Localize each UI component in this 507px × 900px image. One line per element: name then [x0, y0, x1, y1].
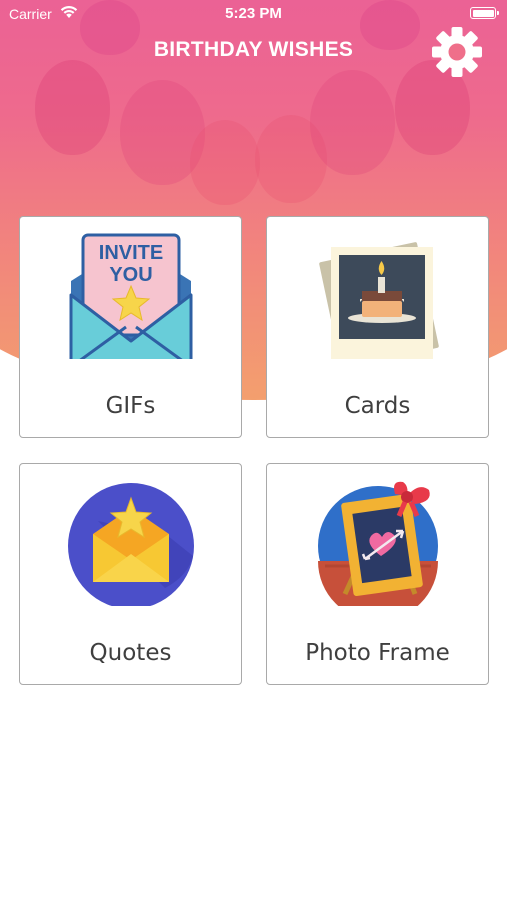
svg-text:INVITE: INVITE [99, 242, 163, 264]
birthday-cake-photo-icon [319, 242, 439, 359]
svg-text:YOU: YOU [109, 264, 152, 286]
card-label: Photo Frame [305, 640, 450, 666]
balloon-decoration [35, 60, 110, 155]
status-bar: Carrier 5:23 PM [0, 0, 507, 28]
star-envelope-icon [68, 483, 194, 606]
photo-frame-card[interactable]: Photo Frame [266, 463, 489, 685]
invite-envelope-icon: INVITE YOU [69, 233, 193, 359]
card-label: Cards [344, 393, 411, 419]
balloon-decoration [310, 70, 395, 175]
balloon-decoration [190, 120, 260, 205]
cards-card[interactable]: Cards [266, 216, 489, 438]
quotes-card[interactable]: Quotes [19, 463, 242, 685]
clock: 5:23 PM [225, 5, 282, 22]
gifs-card[interactable]: INVITE YOU GIFs [19, 216, 242, 438]
gear-icon[interactable] [430, 25, 484, 79]
card-label: GIFs [105, 393, 156, 419]
battery-icon [470, 7, 499, 19]
card-label: Quotes [89, 640, 172, 666]
heart-photo-frame-icon [318, 481, 438, 606]
